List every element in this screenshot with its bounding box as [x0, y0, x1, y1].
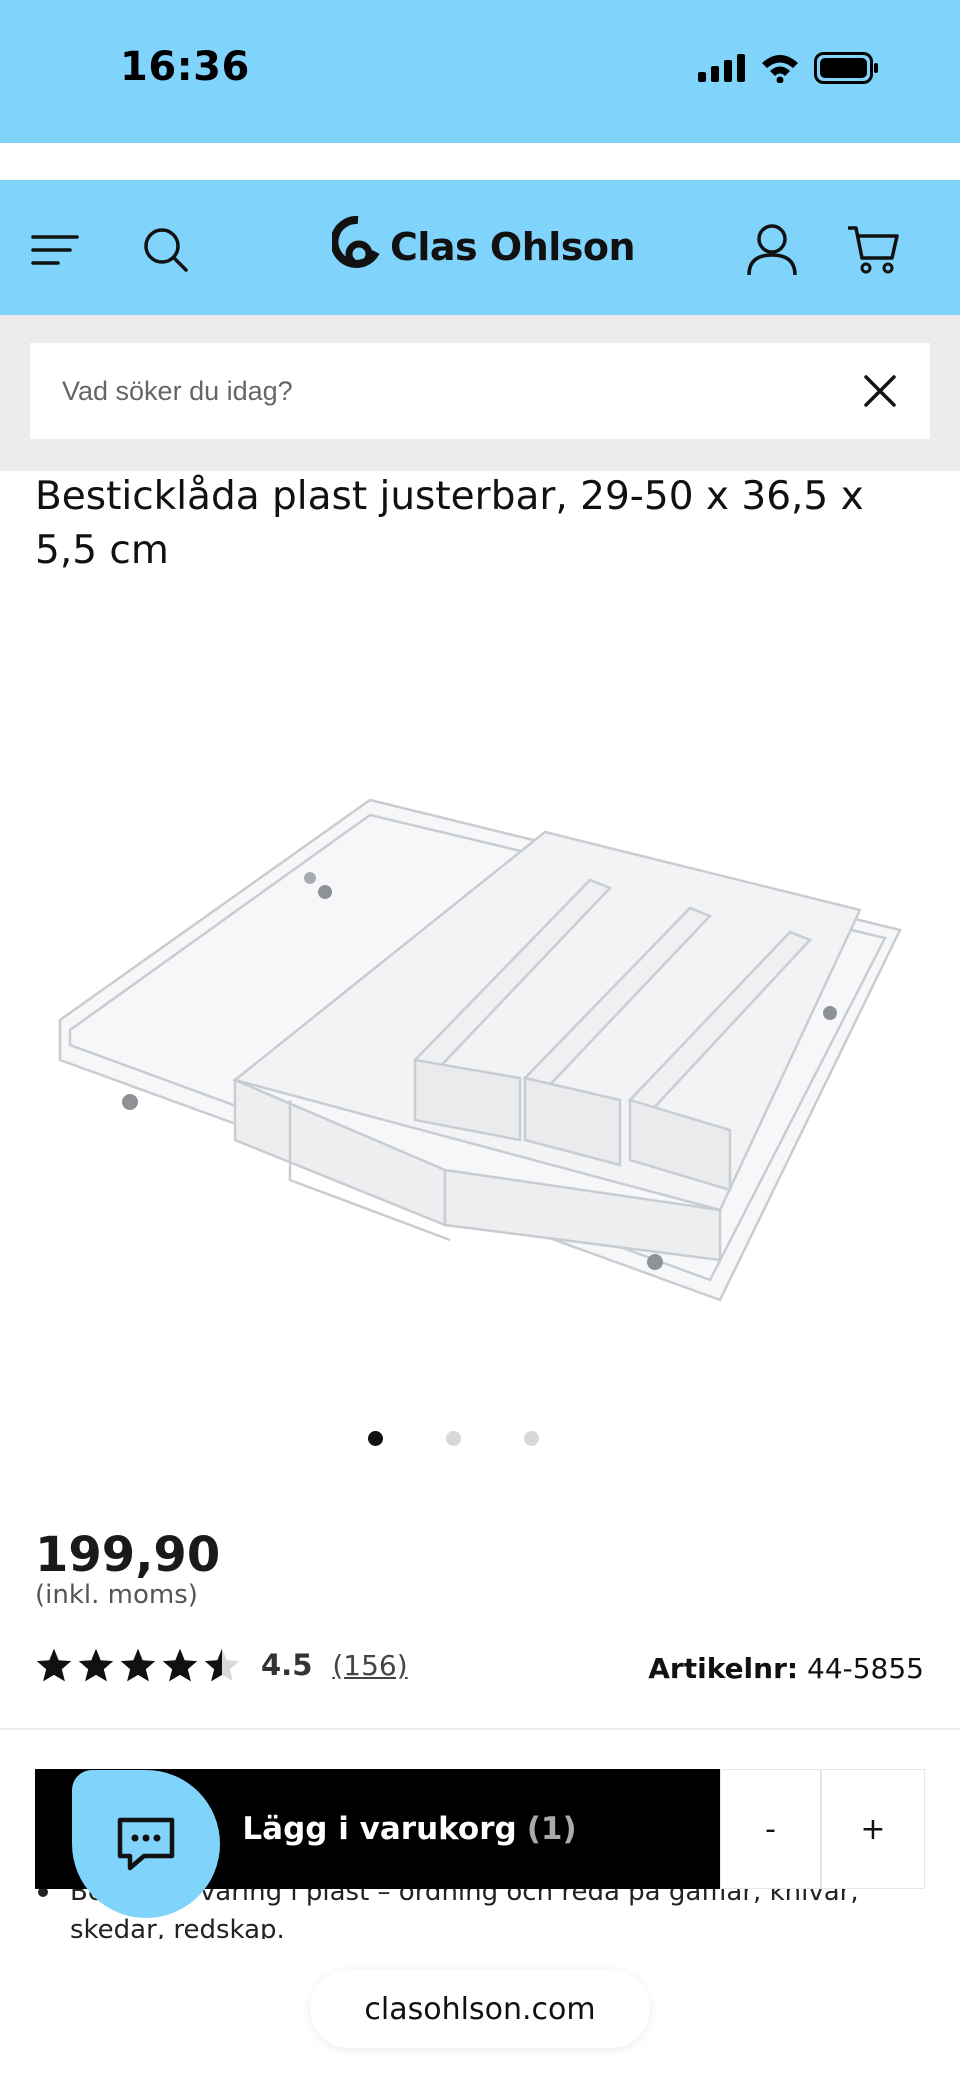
browser-url-bar[interactable]: clasohlson.com [310, 1970, 650, 2048]
star-half-icon [204, 1648, 240, 1682]
rating-row: 4.5 (156) [35, 1645, 408, 1685]
article-number: Artikelnr: 44-5855 [648, 1652, 924, 1685]
cart-button[interactable] [843, 220, 903, 280]
status-bar: 16:36 [0, 0, 960, 143]
search-input[interactable] [60, 343, 820, 439]
search-button[interactable] [136, 220, 196, 280]
image-carousel-dots [0, 1431, 960, 1451]
divider [0, 1728, 960, 1730]
search-box [30, 343, 930, 439]
carousel-dot-3[interactable] [524, 1431, 539, 1446]
rating-stars [35, 1647, 241, 1683]
add-to-cart-count: (1) [526, 1811, 577, 1847]
search-icon [144, 228, 188, 272]
menu-button[interactable] [25, 220, 85, 280]
article-value: 44-5855 [807, 1652, 924, 1685]
star-full-icon [120, 1648, 156, 1682]
review-count-link[interactable]: (156) [332, 1649, 407, 1682]
star-full-icon [162, 1648, 198, 1682]
wifi-icon [762, 55, 798, 83]
site-header: Clas Ohlson [0, 180, 960, 315]
battery-icon [814, 52, 878, 84]
product-image[interactable] [40, 760, 920, 1320]
account-button[interactable] [742, 220, 802, 280]
cart-icon [848, 226, 899, 274]
status-time: 16:36 [120, 44, 250, 90]
account-icon [747, 224, 797, 276]
price-vat-note: (inkl. moms) [35, 1580, 198, 1610]
quantity-decrease-button[interactable]: - [720, 1769, 821, 1889]
brand-logo[interactable]: Clas Ohlson [332, 212, 636, 282]
quantity-increase-button[interactable]: + [821, 1769, 925, 1889]
logo-text: Clas Ohlson [390, 225, 636, 269]
status-icons [698, 52, 880, 84]
close-icon [864, 375, 896, 407]
star-full-icon [78, 1648, 114, 1682]
carousel-dot-2[interactable] [446, 1431, 461, 1446]
clear-search-button[interactable] [856, 367, 904, 415]
add-to-cart-label: Lägg i varukorg [242, 1811, 517, 1847]
clas-ohlson-logo-icon [332, 216, 380, 268]
spacer [0, 143, 960, 180]
chat-button[interactable] [72, 1770, 220, 1918]
product-title: Besticklåda plast justerbar, 29-50 x 36,… [35, 474, 864, 573]
article-label: Artikelnr: [648, 1652, 799, 1685]
rating-value: 4.5 [261, 1648, 313, 1682]
search-bar-area [0, 315, 960, 471]
carousel-dot-1[interactable] [368, 1431, 383, 1446]
chat-icon [117, 1817, 175, 1871]
signal-icon [698, 54, 745, 82]
product-price: 199,90 [35, 1527, 221, 1583]
menu-icon [31, 235, 79, 265]
star-full-icon [36, 1648, 72, 1682]
